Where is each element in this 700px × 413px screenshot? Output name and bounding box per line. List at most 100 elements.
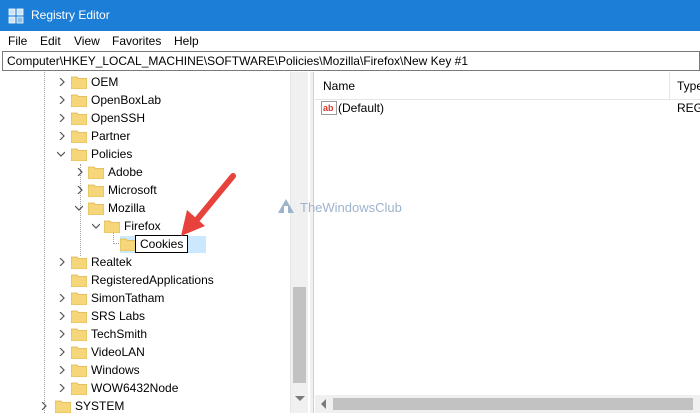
scrollbar-thumb[interactable] (333, 398, 693, 410)
title-bar: Registry Editor (0, 0, 700, 31)
folder-icon (71, 274, 87, 287)
address-path[interactable]: Computer\HKEY_LOCAL_MACHINE\SOFTWARE\Pol… (7, 54, 468, 68)
tree-item-windows[interactable]: Windows (0, 361, 290, 379)
tree-item-firefox[interactable]: Firefox (0, 217, 290, 235)
folder-icon (71, 364, 87, 377)
menu-file[interactable]: File (8, 34, 27, 48)
tree-item-label: Adobe (108, 165, 143, 179)
tree-item-label: Firefox (124, 219, 161, 233)
menu-bar: File Edit View Favorites Help (0, 31, 700, 51)
tree-item-mozilla[interactable]: Mozilla (0, 199, 290, 217)
scroll-left-arrow-icon[interactable] (321, 399, 326, 409)
tree-item-label: RegisteredApplications (91, 273, 214, 287)
chevron-right-icon[interactable] (76, 186, 84, 194)
string-value-icon: ab (321, 101, 337, 115)
tree-item-srs-labs[interactable]: SRS Labs (0, 307, 290, 325)
folder-icon (55, 400, 71, 413)
chevron-right-icon[interactable] (58, 312, 66, 320)
chevron-right-icon[interactable] (40, 402, 48, 410)
folder-open-icon (104, 220, 120, 233)
tree-item-openssh[interactable]: OpenSSH (0, 109, 290, 127)
column-type[interactable]: Type (677, 79, 700, 93)
chevron-right-icon[interactable] (58, 330, 66, 338)
tree-item-label: OpenSSH (91, 111, 146, 125)
address-bar[interactable]: Computer\HKEY_LOCAL_MACHINE\SOFTWARE\Pol… (2, 51, 700, 71)
values-hscrollbar[interactable] (315, 395, 700, 413)
chevron-down-icon[interactable] (92, 222, 100, 230)
tree-item-policies[interactable]: Policies (0, 145, 290, 163)
registry-editor-icon (8, 8, 24, 24)
chevron-right-icon[interactable] (58, 258, 66, 266)
chevron-right-icon[interactable] (58, 96, 66, 104)
folder-icon (71, 112, 87, 125)
folder-icon (71, 328, 87, 341)
chevron-right-icon[interactable] (58, 384, 66, 392)
folder-open-icon (71, 148, 87, 161)
folder-icon (71, 130, 87, 143)
value-row[interactable]: ab (Default) REG_ (315, 100, 700, 118)
tree-item-microsoft[interactable]: Microsoft (0, 181, 290, 199)
folder-icon (71, 382, 87, 395)
menu-help[interactable]: Help (174, 34, 199, 48)
tree-item-label: Microsoft (108, 183, 157, 197)
tree-item-adobe[interactable]: Adobe (0, 163, 290, 181)
tree-item-label: Windows (91, 363, 140, 377)
folder-icon (71, 94, 87, 107)
chevron-down-icon[interactable] (57, 150, 65, 158)
value-type: REG_ (677, 101, 700, 115)
menu-edit[interactable]: Edit (40, 34, 61, 48)
tree-item-openboxlab[interactable]: OpenBoxLab (0, 91, 290, 109)
tree-item-label: Policies (91, 147, 133, 161)
chevron-right-icon[interactable] (58, 132, 66, 140)
tree-item-label: VideoLAN (91, 345, 145, 359)
menu-view[interactable]: View (74, 34, 100, 48)
tree-item-realtek[interactable]: Realtek (0, 253, 290, 271)
folder-icon (88, 166, 104, 179)
scrollbar-thumb[interactable] (293, 287, 306, 383)
svg-text:ab: ab (323, 103, 334, 113)
tree-item-wow6432node[interactable]: WOW6432Node (0, 379, 290, 397)
chevron-right-icon[interactable] (58, 366, 66, 374)
tree-item-label: SYSTEM (75, 399, 125, 413)
tree-item-label: SimonTatham (91, 291, 165, 305)
watermark-logo-icon (278, 199, 294, 213)
watermark-text: TheWindowsClub (300, 200, 402, 215)
tree-item-label: WOW6432Node (91, 381, 179, 395)
key-tree[interactable]: OEM OpenBoxLab OpenSSH Partner Policies … (0, 72, 310, 413)
tree-item-system[interactable]: SYSTEM (0, 397, 290, 413)
tree-item-new-key[interactable]: Cookies (0, 235, 290, 253)
tree-item-label: Realtek (91, 255, 132, 269)
tree-scrollbar[interactable] (290, 72, 308, 413)
chevron-right-icon[interactable] (58, 114, 66, 122)
chevron-right-icon[interactable] (58, 348, 66, 356)
tree-item-label: OEM (91, 75, 119, 89)
value-name: (Default) (338, 101, 385, 115)
menu-favorites[interactable]: Favorites (112, 34, 161, 48)
chevron-right-icon[interactable] (58, 78, 66, 86)
tree-item-label: SRS Labs (91, 309, 146, 323)
folder-icon (71, 310, 87, 323)
column-divider[interactable] (669, 72, 670, 100)
chevron-right-icon[interactable] (58, 294, 66, 302)
tree-item-oem[interactable]: OEM (0, 73, 290, 91)
chevron-down-icon[interactable] (75, 204, 83, 212)
values-list[interactable]: Name Type ab (Default) REG_ (315, 72, 700, 413)
chevron-right-icon[interactable] (76, 168, 84, 176)
tree-item-partner[interactable]: Partner (0, 127, 290, 145)
folder-icon (71, 346, 87, 359)
folder-icon (71, 256, 87, 269)
annotation-arrow-icon (181, 173, 236, 236)
scroll-down-arrow-icon[interactable] (295, 396, 305, 401)
tree-item-simontatham[interactable]: SimonTatham (0, 289, 290, 307)
column-header: Name Type (315, 72, 700, 100)
tree-item-label: Partner (91, 129, 131, 143)
watermark: TheWindowsClub (276, 195, 436, 219)
pane-splitter[interactable] (310, 72, 314, 413)
column-name[interactable]: Name (323, 79, 355, 93)
folder-icon (71, 292, 87, 305)
tree-item-registeredapplications[interactable]: RegisteredApplications (0, 271, 290, 289)
tree-item-label: Mozilla (108, 201, 146, 215)
folder-icon (120, 238, 136, 251)
tree-item-techsmith[interactable]: TechSmith (0, 325, 290, 343)
tree-item-videolan[interactable]: VideoLAN (0, 343, 290, 361)
